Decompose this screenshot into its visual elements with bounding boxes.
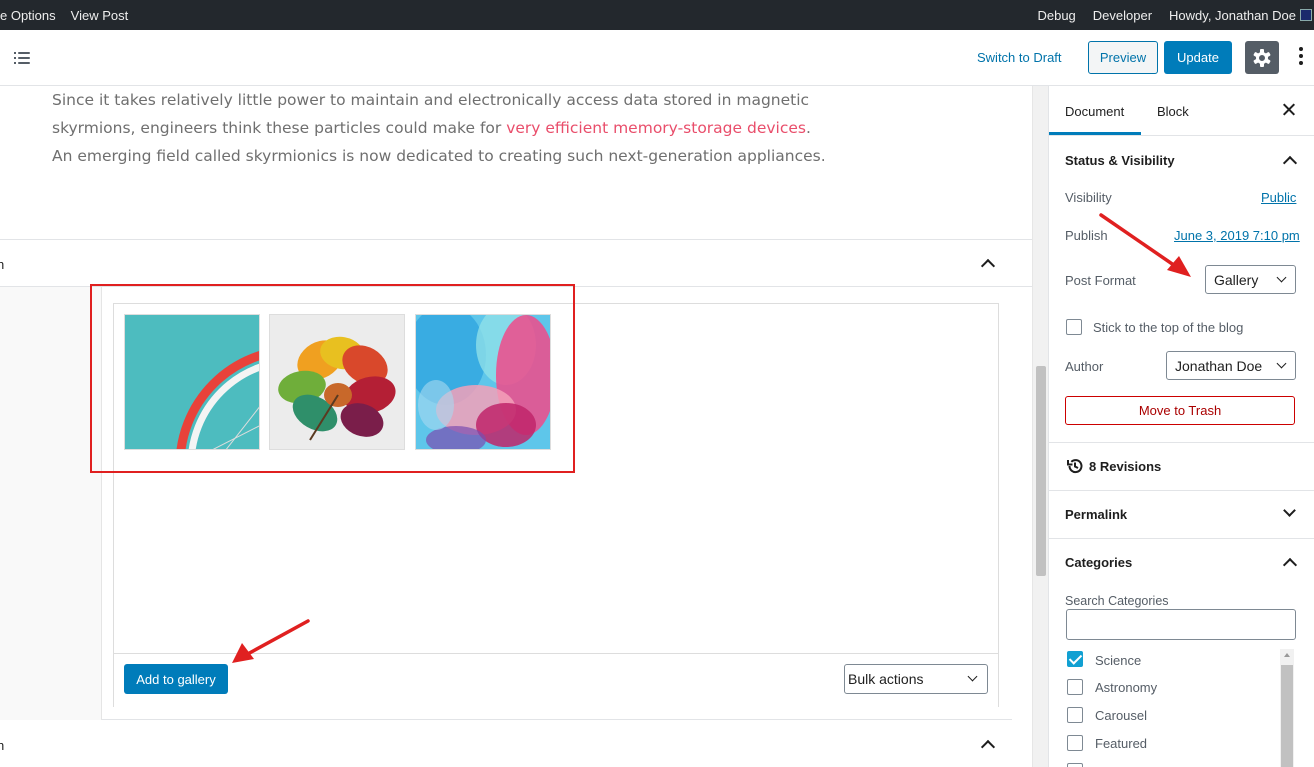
status-visibility-title[interactable]: Status & Visibility <box>1065 153 1175 168</box>
search-categories-label: Search Categories <box>1065 594 1169 608</box>
category-label: Carousel <box>1095 708 1148 723</box>
admin-bar: e Options View Post Debug Developer Howd… <box>0 0 1314 30</box>
adminbar-howdy[interactable]: Howdy, Jonathan Doe <box>1169 8 1296 23</box>
editor-header: Switch to Draft Preview Update <box>0 30 1314 86</box>
category-checkbox-next[interactable] <box>1067 763 1083 767</box>
permalink-title[interactable]: Permalink <box>1065 507 1127 522</box>
chevron-up-icon[interactable] <box>980 258 996 274</box>
settings-sidebar: Document Block Status & Visibility Visib… <box>1048 86 1314 767</box>
post-format-label: Post Format <box>1065 273 1136 288</box>
gallery-footer: Add to gallery Bulk actions <box>114 653 998 707</box>
author-label: Author <box>1065 359 1104 374</box>
adminbar-view-post[interactable]: View Post <box>71 8 129 23</box>
add-to-gallery-button[interactable]: Add to gallery <box>124 664 228 694</box>
tab-document[interactable]: Document <box>1065 104 1124 119</box>
content-scrollbar[interactable] <box>1032 86 1048 767</box>
categories-title[interactable]: Categories <box>1065 555 1132 570</box>
adminbar-debug[interactable]: Debug <box>1037 8 1075 23</box>
category-label: Astronomy <box>1095 680 1158 695</box>
adminbar-screen-options[interactable]: e Options <box>0 8 56 23</box>
content-scrollbar-thumb[interactable] <box>1036 366 1046 576</box>
sticky-checkbox[interactable] <box>1066 319 1082 335</box>
revisions-icon <box>1067 459 1083 474</box>
content-link[interactable]: very efficient memory-storage devices <box>506 119 806 137</box>
active-tab-indicator <box>1049 132 1141 135</box>
move-to-trash-button[interactable]: Move to Trash <box>1065 396 1295 425</box>
tab-block[interactable]: Block <box>1157 104 1189 119</box>
visibility-link[interactable]: Public <box>1261 190 1296 205</box>
switch-to-draft-button[interactable]: Switch to Draft <box>977 50 1062 65</box>
adminbar-developer[interactable]: Developer <box>1093 8 1152 23</box>
chevron-down-icon <box>967 671 978 682</box>
preview-button[interactable]: Preview <box>1088 41 1158 74</box>
settings-button[interactable] <box>1245 41 1279 74</box>
search-categories-input[interactable] <box>1066 609 1296 640</box>
chevron-up-icon[interactable] <box>980 739 996 755</box>
metabox-side-column <box>0 287 102 720</box>
categories-scrollbar-thumb[interactable] <box>1281 665 1293 767</box>
divider <box>1049 442 1314 443</box>
post-paragraph[interactable]: Since it takes relatively little power t… <box>52 86 832 170</box>
chevron-down-icon <box>1276 272 1287 283</box>
chevron-up-icon[interactable] <box>1282 557 1298 573</box>
category-checkbox-astronomy[interactable] <box>1067 679 1083 695</box>
chevron-up-icon[interactable] <box>1282 155 1298 171</box>
category-label: Science <box>1095 653 1142 668</box>
divider <box>1049 490 1314 491</box>
category-checkbox-science[interactable] <box>1067 651 1083 667</box>
update-button[interactable]: Update <box>1164 41 1232 74</box>
metabox-title: n <box>0 257 5 272</box>
list-view-icon[interactable] <box>14 50 32 66</box>
visibility-label: Visibility <box>1065 190 1112 205</box>
metabox-header[interactable]: n <box>0 239 1032 287</box>
revisions-link[interactable]: 8 Revisions <box>1089 459 1161 474</box>
author-select[interactable]: Jonathan Doe <box>1166 351 1296 380</box>
avatar[interactable] <box>1300 9 1312 21</box>
chevron-down-icon <box>1276 358 1287 369</box>
category-label: Featured <box>1095 736 1148 751</box>
gear-icon <box>1253 48 1271 67</box>
annotation-highlight-box <box>90 284 575 473</box>
publish-date-link[interactable]: June 3, 2019 7:10 pm <box>1174 228 1300 243</box>
post-format-select[interactable]: Gallery <box>1205 265 1296 294</box>
bulk-actions-select[interactable]: Bulk actions <box>844 664 988 694</box>
sidebar-tabs: Document Block <box>1049 86 1314 136</box>
more-options-icon[interactable] <box>1297 47 1305 67</box>
metabox-header-2[interactable]: n <box>0 720 1012 767</box>
category-checkbox-featured[interactable] <box>1067 735 1083 751</box>
categories-scrollbar[interactable] <box>1280 649 1294 767</box>
category-checkbox-carousel[interactable] <box>1067 707 1083 723</box>
metabox-title-2: n <box>0 738 5 753</box>
divider <box>1049 538 1314 539</box>
sticky-label: Stick to the top of the blog <box>1093 320 1244 335</box>
publish-label: Publish <box>1065 228 1108 243</box>
scroll-up-icon[interactable] <box>1284 653 1290 657</box>
chevron-down-icon[interactable] <box>1283 504 1296 517</box>
close-icon[interactable] <box>1282 103 1296 117</box>
